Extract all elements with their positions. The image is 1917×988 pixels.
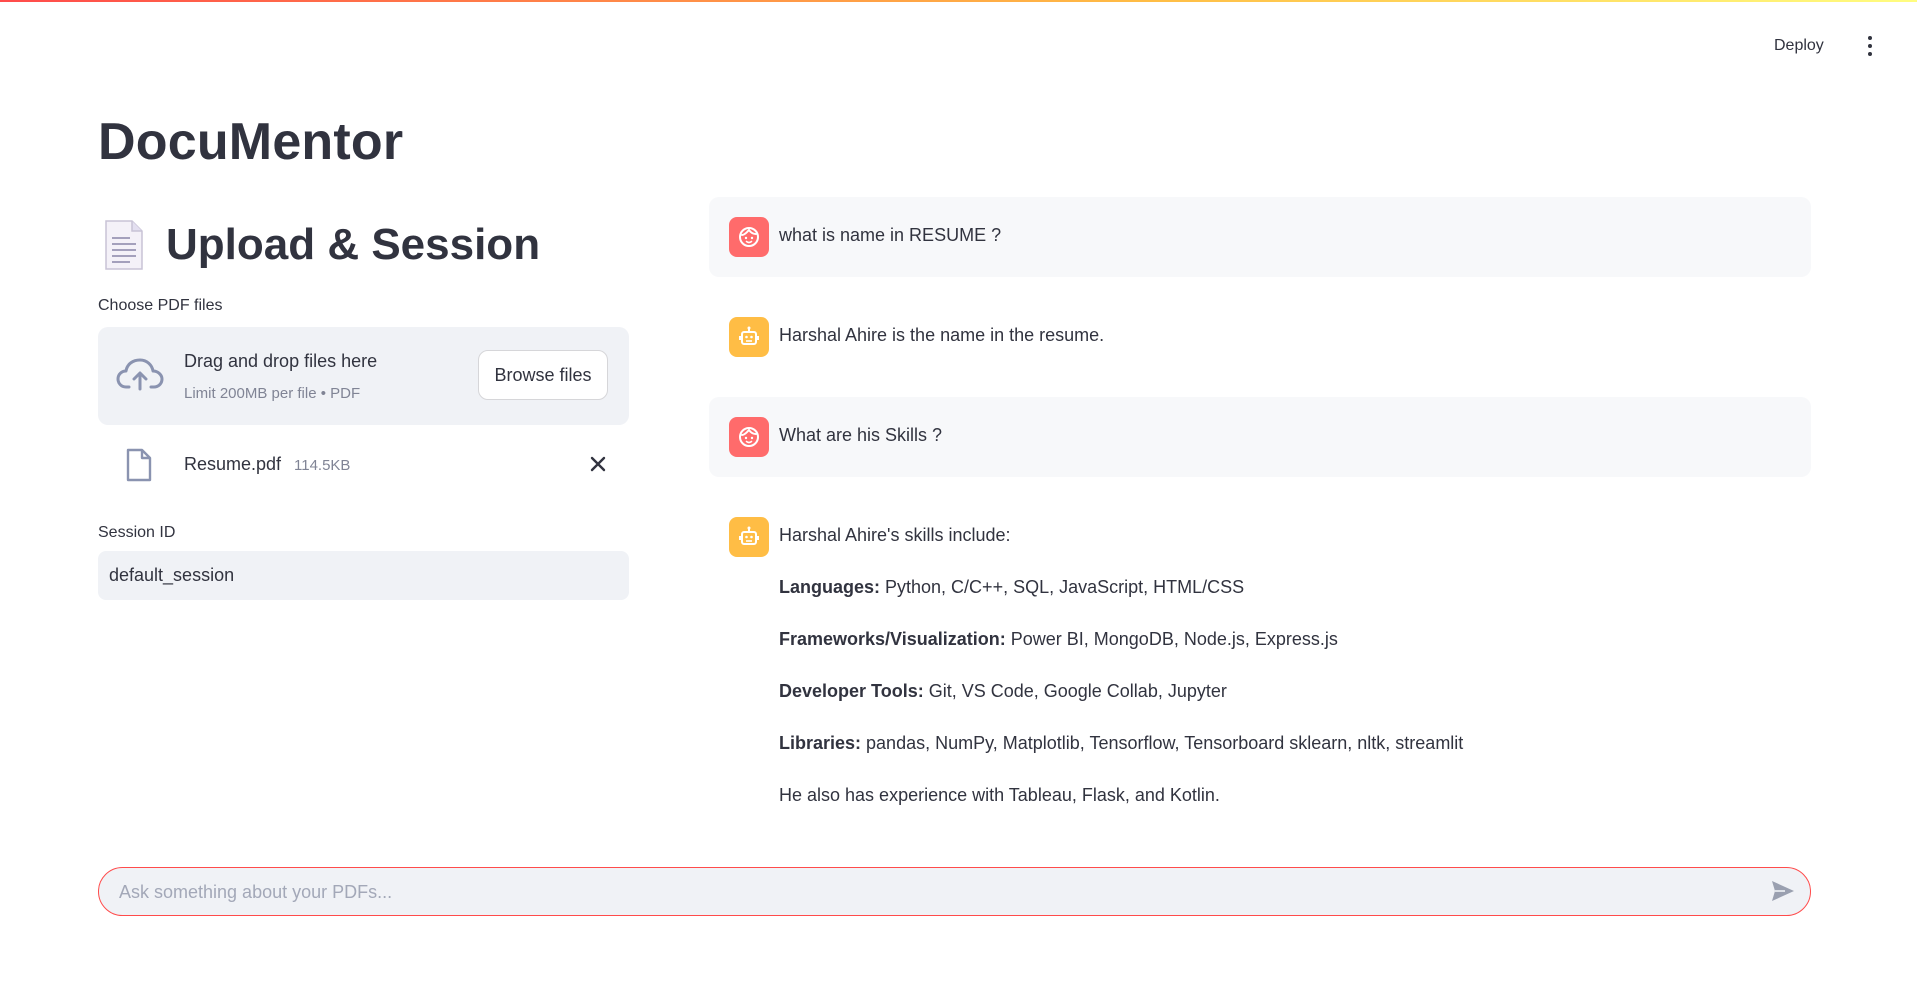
dropzone-limit: Limit 200MB per file • PDF bbox=[184, 385, 361, 402]
chat-message-user: What are his Skills ? bbox=[709, 397, 1811, 477]
message-text: What are his Skills ? bbox=[779, 425, 943, 445]
message-text: Harshal Ahire is the name in the resume. bbox=[779, 325, 1105, 345]
chat-message-assistant: Harshal Ahire's skills include: Language… bbox=[709, 497, 1811, 817]
file-size: 114.5KB bbox=[294, 457, 351, 474]
app-header: Deploy bbox=[0, 2, 1917, 86]
skills-item-label: Frameworks/Visualization: bbox=[779, 629, 1006, 649]
user-face-icon bbox=[729, 417, 769, 457]
file-dropzone[interactable]: Drag and drop files here Limit 200MB per… bbox=[98, 327, 629, 425]
message-text: what is name in RESUME ? bbox=[779, 225, 1002, 245]
skills-item: Frameworks/Visualization: Power BI, Mong… bbox=[779, 627, 1463, 652]
cloud-upload-icon bbox=[116, 358, 164, 391]
section-title: Upload & Session bbox=[166, 220, 541, 269]
skills-item: Languages: Python, C/C++, SQL, JavaScrip… bbox=[779, 575, 1463, 600]
skills-item: Developer Tools: Git, VS Code, Google Co… bbox=[779, 679, 1463, 704]
skills-item-label: Developer Tools: bbox=[779, 681, 924, 701]
uploaded-file-row: Resume.pdf 114.5KB bbox=[98, 440, 629, 490]
skills-item-value: Git, VS Code, Google Collab, Jupyter bbox=[923, 681, 1227, 701]
chat-message-assistant: Harshal Ahire is the name in the resume. bbox=[709, 297, 1811, 377]
session-id-label: Session ID bbox=[98, 524, 176, 541]
skills-item: Libraries: pandas, NumPy, Matplotlib, Te… bbox=[779, 731, 1463, 756]
robot-icon bbox=[729, 517, 769, 557]
message-text: Harshal Ahire's skills include: Language… bbox=[779, 523, 1463, 808]
skills-item-value: Python, C/C++, SQL, JavaScript, HTML/CSS bbox=[880, 577, 1245, 597]
deploy-button[interactable]: Deploy bbox=[1770, 32, 1828, 60]
skills-item-label: Libraries: bbox=[779, 733, 862, 753]
skills-item-value: Power BI, MongoDB, Node.js, Express.js bbox=[1005, 629, 1338, 649]
file-name: Resume.pdf bbox=[184, 454, 282, 474]
skills-outro: He also has experience with Tableau, Fla… bbox=[779, 785, 1220, 805]
kebab-menu-icon[interactable] bbox=[1862, 32, 1878, 60]
file-icon bbox=[126, 448, 152, 482]
close-icon[interactable] bbox=[586, 452, 610, 476]
skills-item-value: pandas, NumPy, Matplotlib, Tensorflow, T… bbox=[861, 733, 1464, 753]
send-icon[interactable] bbox=[1771, 880, 1795, 902]
robot-icon bbox=[729, 317, 769, 357]
document-icon bbox=[105, 220, 143, 270]
chat-input-container bbox=[98, 867, 1811, 916]
chat-input[interactable] bbox=[117, 868, 1741, 916]
user-face-icon bbox=[729, 217, 769, 257]
upload-section-header: Upload & Session bbox=[100, 218, 540, 272]
browse-files-button[interactable]: Browse files bbox=[478, 350, 608, 400]
dropzone-title: Drag and drop files here bbox=[184, 351, 378, 371]
skills-item-label: Languages: bbox=[779, 577, 881, 597]
skills-intro: Harshal Ahire's skills include: bbox=[779, 525, 1011, 545]
session-id-input[interactable] bbox=[98, 551, 629, 600]
uploader-label: Choose PDF files bbox=[98, 297, 223, 314]
app-title: DocuMentor bbox=[98, 113, 404, 171]
chat-message-user: what is name in RESUME ? bbox=[709, 197, 1811, 277]
